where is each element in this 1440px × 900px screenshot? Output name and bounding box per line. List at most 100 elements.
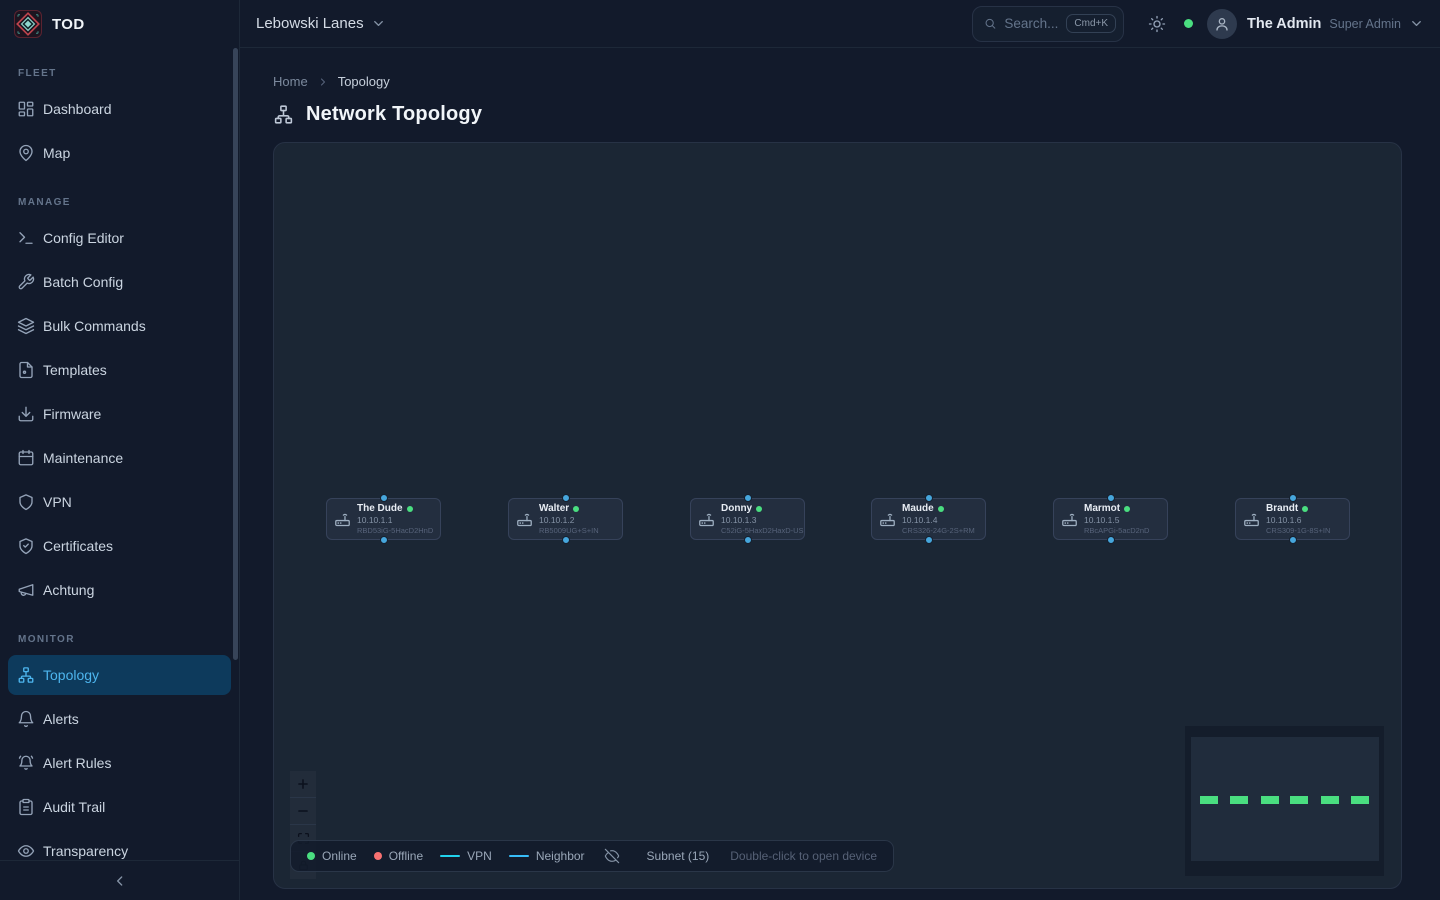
node-handle-top[interactable] — [562, 494, 570, 502]
sidebar-item-label: Firmware — [43, 406, 101, 422]
sidebar-item-bulk-commands[interactable]: Bulk Commands — [8, 306, 231, 346]
sidebar-item-firmware[interactable]: Firmware — [8, 394, 231, 434]
node-handle-bottom[interactable] — [744, 536, 752, 544]
sidebar-section-monitor: MONITOR — [8, 614, 231, 655]
sidebar-item-batch-config[interactable]: Batch Config — [8, 262, 231, 302]
sidebar-section-manage: MANAGE — [8, 177, 231, 218]
node-name: Marmot — [1084, 503, 1120, 515]
legend-vpn-label: VPN — [467, 849, 492, 863]
toggle-labels-button[interactable] — [604, 848, 620, 864]
sun-icon — [1148, 15, 1166, 33]
sidebar-item-label: Alerts — [43, 711, 79, 727]
sidebar-item-label: Topology — [43, 667, 99, 683]
breadcrumb-home[interactable]: Home — [273, 74, 308, 89]
topology-node[interactable]: Brandt 10.10.1.6 CRS309-1G-8S+IN — [1235, 498, 1350, 540]
megaphone-icon — [17, 581, 35, 599]
shield-check-icon — [17, 537, 35, 555]
search-placeholder: Search... — [1004, 16, 1058, 31]
minimap-node — [1200, 796, 1218, 804]
sidebar-item-maintenance[interactable]: Maintenance — [8, 438, 231, 478]
minimap-node — [1351, 796, 1369, 804]
topology-node[interactable]: Walter 10.10.1.2 RB5009UG+S+IN — [508, 498, 623, 540]
user-menu-button[interactable] — [1409, 16, 1424, 31]
node-status-dot — [407, 506, 413, 512]
avatar[interactable] — [1207, 9, 1237, 39]
minus-icon — [296, 804, 310, 818]
online-dot — [307, 852, 315, 860]
sidebar-collapse-button[interactable] — [0, 860, 239, 900]
topology-canvas[interactable]: The Dude 10.10.1.1 RBD53iG-5HacD2HnD Wal… — [273, 142, 1402, 889]
node-name: Brandt — [1266, 503, 1298, 515]
sidebar-section-fleet: FLEET — [8, 48, 231, 89]
sidebar-item-certificates[interactable]: Certificates — [8, 526, 231, 566]
topology-node[interactable]: The Dude 10.10.1.1 RBD53iG-5HacD2HnD — [326, 498, 441, 540]
legend-hint: Double-click to open device — [730, 849, 877, 863]
sidebar-item-audit-trail[interactable]: Audit Trail — [8, 787, 231, 827]
eye-icon — [17, 842, 35, 860]
minimap-node — [1290, 796, 1308, 804]
breadcrumb: Home Topology — [273, 74, 1402, 89]
theme-toggle-button[interactable] — [1148, 15, 1166, 33]
node-model: CRS309-1G-8S+IN — [1266, 526, 1330, 535]
user-role: Super Admin — [1329, 17, 1401, 31]
sidebar-scrollbar[interactable] — [233, 48, 238, 660]
node-model: RBcAPGi-5acD2nD — [1084, 526, 1149, 535]
node-ip: 10.10.1.2 — [539, 515, 599, 525]
sidebar-item-topology[interactable]: Topology — [8, 655, 231, 695]
node-ip: 10.10.1.1 — [357, 515, 433, 525]
node-handle-bottom[interactable] — [562, 536, 570, 544]
zoom-out-button[interactable] — [290, 798, 316, 825]
bell-icon — [17, 710, 35, 728]
legend-offline-label: Offline — [389, 849, 423, 863]
node-handle-bottom[interactable] — [925, 536, 933, 544]
node-handle-top[interactable] — [380, 494, 388, 502]
node-handle-bottom[interactable] — [1289, 536, 1297, 544]
canvas-legend: Online Offline VPN Neighbor Subnet (15) … — [290, 840, 894, 872]
sidebar-item-vpn[interactable]: VPN — [8, 482, 231, 522]
minimap[interactable] — [1185, 726, 1384, 876]
node-handle-top[interactable] — [1107, 494, 1115, 502]
sidebar-item-map[interactable]: Map — [8, 133, 231, 173]
sidebar-item-label: Templates — [43, 362, 107, 378]
node-ip: 10.10.1.6 — [1266, 515, 1330, 525]
sidebar-item-achtung[interactable]: Achtung — [8, 570, 231, 610]
node-handle-top[interactable] — [744, 494, 752, 502]
dashboard-icon — [17, 100, 35, 118]
sidebar-item-templates[interactable]: Templates — [8, 350, 231, 390]
download-icon — [17, 405, 35, 423]
node-handle-top[interactable] — [925, 494, 933, 502]
minimap-node — [1261, 796, 1279, 804]
sidebar-item-transparency[interactable]: Transparency — [8, 831, 231, 860]
search-input[interactable]: Search... Cmd+K — [972, 6, 1124, 42]
sidebar-item-label: Alert Rules — [43, 755, 111, 771]
topology-node[interactable]: Donny 10.10.1.3 C52iG-5HaxD2HaxD-US — [690, 498, 805, 540]
sidebar-item-alerts[interactable]: Alerts — [8, 699, 231, 739]
node-status-dot — [756, 506, 762, 512]
sidebar-item-dashboard[interactable]: Dashboard — [8, 89, 231, 129]
node-name: Maude — [902, 503, 934, 515]
legend-subnet-label: Subnet (15) — [647, 849, 710, 863]
vpn-link-swatch — [440, 855, 460, 857]
zoom-in-button[interactable] — [290, 771, 316, 798]
node-handle-top[interactable] — [1289, 494, 1297, 502]
connection-status-dot — [1184, 19, 1193, 28]
router-icon — [516, 511, 533, 528]
wrench-icon — [17, 273, 35, 291]
terminal-icon — [17, 229, 35, 247]
node-handle-bottom[interactable] — [1107, 536, 1115, 544]
workspace-selector[interactable]: Lebowski Lanes — [256, 15, 386, 32]
sidebar-item-label: Bulk Commands — [43, 318, 146, 334]
sidebar-item-label: Achtung — [43, 582, 94, 598]
node-handle-bottom[interactable] — [380, 536, 388, 544]
search-shortcut-badge: Cmd+K — [1066, 14, 1116, 33]
sidebar-item-alert-rules[interactable]: Alert Rules — [8, 743, 231, 783]
topology-node[interactable]: Marmot 10.10.1.5 RBcAPGi-5acD2nD — [1053, 498, 1168, 540]
legend-neighbor-label: Neighbor — [536, 849, 585, 863]
sidebar-item-config-editor[interactable]: Config Editor — [8, 218, 231, 258]
sidebar-item-label: Transparency — [43, 843, 128, 859]
sidebar-item-label: Audit Trail — [43, 799, 105, 815]
node-model: CRS326-24G-2S+RM — [902, 526, 975, 535]
minimap-node — [1321, 796, 1339, 804]
router-icon — [698, 511, 715, 528]
topology-node[interactable]: Maude 10.10.1.4 CRS326-24G-2S+RM — [871, 498, 986, 540]
